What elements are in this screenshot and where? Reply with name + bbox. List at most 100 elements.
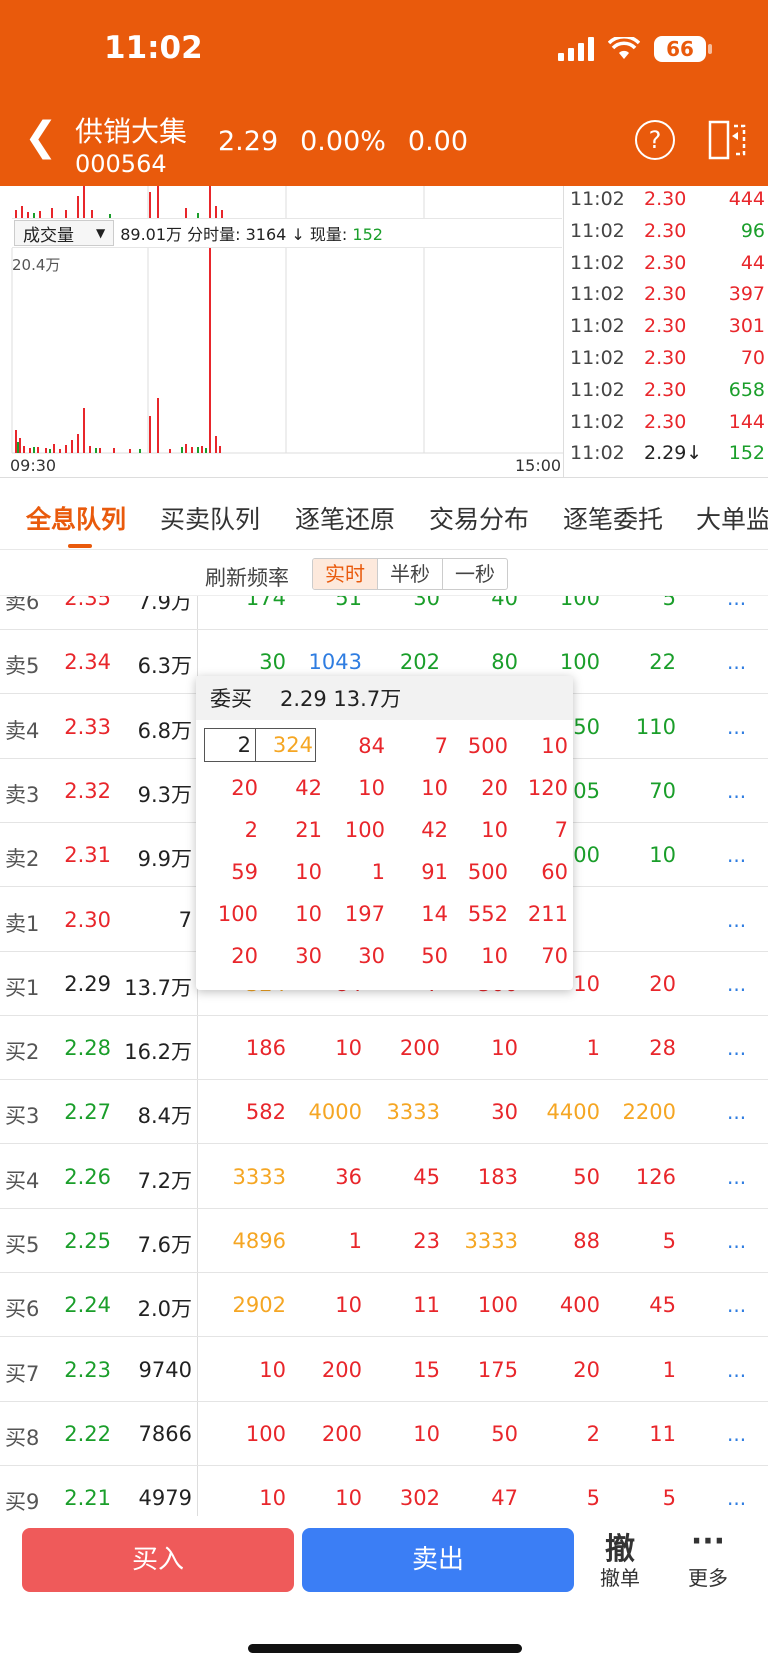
queue-more-button[interactable]: ... [727,779,746,803]
queue-order: 11 [413,1293,440,1318]
indicator-select[interactable]: 成交量 ▼ [14,220,115,246]
book-row[interactable]: 买3 2.27 8.4万 582 4000 3333 30 4400 2200... [0,1080,768,1145]
book-row[interactable]: 卖6 2.35 7.9万 174 51 30 40 100 5... [0,596,768,630]
status-icons: 66 [558,36,712,62]
level-price: 2.30 [64,907,111,932]
level-volume: 7 [178,907,192,932]
level-label: 卖2 [5,847,40,872]
queue-more-button[interactable]: ... [727,1293,746,1317]
queue-order: 10 [649,843,676,868]
level-volume: 9.3万 [137,782,192,807]
tick-time: 11:02 [570,188,625,210]
popup-order-qty: 42 [295,776,322,800]
tab-full-queue[interactable]: 全息队列 [26,500,126,536]
stock-header: ❮ 供销大集 000564 2.29 0.00% 0.00 ? [0,100,768,186]
queue-order: 100 [245,1421,286,1446]
book-row[interactable]: 买2 2.28 16.2万 186 10 200 10 1 28... [0,1016,768,1081]
popup-order-qty: 50 [421,944,448,968]
refresh-one-second[interactable]: 一秒 [442,559,507,589]
level-label: 买8 [5,1425,40,1450]
cancel-order-button[interactable]: 撤 撤单 [585,1524,655,1591]
queue-more-button[interactable]: ... [727,1036,746,1060]
level-price: 2.35 [64,596,111,610]
indicator-select-value: 成交量 [23,225,74,246]
level-label: 卖5 [5,654,40,679]
queue-order: 1 [586,1036,600,1061]
tab-trade-distribution[interactable]: 交易分布 [429,500,529,536]
bid-queue-popup[interactable]: 委买 2.29 13.7万 2 324 84 7 500 10 20 42 10 10 20 120 2… [196,676,573,990]
help-icon[interactable]: ? [635,120,675,160]
tick-list[interactable]: 11:02 2.30 444 11:02 2.30 96 11:02 2.30 44 11:02 2… [563,186,768,478]
book-row[interactable]: 买5 2.25 7.6万 4896 1 23 3333 88 5... [0,1209,768,1273]
queue-order: 4896 [232,1229,286,1253]
level-price: 2.29 [64,971,111,996]
refresh-half-second[interactable]: 半秒 [377,559,442,589]
queue-more-button[interactable]: ... [727,715,746,739]
queue-more-button[interactable]: ... [727,1100,746,1124]
book-row[interactable]: 买9 2.21 4979 10 10 302 47 5 5... [0,1466,768,1516]
queue-order: 30 [413,596,440,610]
queue-order: 2 [586,1421,600,1446]
level-label: 买4 [5,1168,40,1193]
level-volume: 9.9万 [137,847,192,872]
tick-volume: 70 [740,347,765,369]
cancel-label: 撤单 [600,1566,640,1590]
level-volume: 7.6万 [137,1233,192,1257]
book-row[interactable]: 买6 2.24 2.0万 2902 10 11 100 400 45... [0,1273,768,1338]
tick-time: 11:02 [570,347,625,369]
book-row[interactable]: 买8 2.22 7866 100 200 10 50 2 11... [0,1402,768,1466]
tab-large-orders[interactable]: 大单监 [696,500,768,536]
wifi-icon [608,37,640,59]
level-price: 2.21 [64,1486,111,1511]
volume-info: 89.01万 分时量: 3164 ↓ 现量: 152 [120,221,383,245]
queue-more-button[interactable]: ... [727,1358,746,1382]
tick-price: 2.30 [644,283,687,306]
buy-button[interactable]: 买入 [22,1528,294,1592]
queue-more-button[interactable]: ... [727,1422,746,1446]
sell-button[interactable]: 卖出 [302,1528,574,1592]
volume-bars-top [15,186,425,218]
tab-tick-orders[interactable]: 逐笔委托 [563,500,663,536]
tick-row: 11:02 2.30 44 [570,252,765,283]
tick-price: 2.30 [644,251,687,274]
queue-more-button[interactable]: ... [727,596,746,610]
tab-bid-ask-queue[interactable]: 买卖队列 [160,500,260,536]
tick-time: 11:02 [570,442,625,465]
popup-order-qty: 500 [467,860,508,884]
queue-more-button[interactable]: ... [727,1486,746,1510]
tick-row: 11:02 2.30 144 [570,411,765,442]
tab-tick-restore[interactable]: 逐笔还原 [295,500,395,536]
level-label: 买3 [5,1104,40,1129]
queue-order: 70 [649,778,676,803]
queue-order: 10 [259,1357,286,1382]
tick-time: 11:02 [570,251,625,274]
book-row[interactable]: 买4 2.26 7.2万 3333 36 45 183 50 126... [0,1145,768,1209]
popup-summary: 2.29 13.7万 [280,687,402,711]
level-label: 买6 [5,1297,40,1322]
queue-more-button[interactable]: ... [727,843,746,867]
tick-volume: 144 [728,410,765,433]
level-price: 2.22 [64,1421,111,1446]
popup-order-qty: 60 [541,860,568,884]
queue-more-button[interactable]: ... [727,650,746,674]
book-row[interactable]: 买7 2.23 9740 10 200 15 175 20 1... [0,1338,768,1402]
level-label: 买7 [5,1361,40,1386]
queue-order: 15 [413,1357,440,1382]
level-price: 2.34 [64,650,111,675]
tick-volume: 301 [728,315,765,338]
tick-price: 2.30 [644,410,687,433]
level-volume: 4979 [138,1486,192,1511]
refresh-realtime[interactable]: 实时 [313,559,377,589]
volume-chart[interactable]: 成交量 ▼ 89.01万 分时量: 3164 ↓ 现量: 152 20.4万 0… [0,186,563,478]
queue-order: 186 [245,1036,286,1061]
layout-switch-icon[interactable] [708,120,748,160]
queue-more-button[interactable]: ... [727,1229,746,1253]
level-price: 2.33 [64,714,111,739]
queue-more-button[interactable]: ... [727,1165,746,1189]
queue-more-button[interactable]: ... [727,908,746,932]
queue-order: 1 [662,1357,676,1382]
tick-time: 11:02 [570,219,625,242]
queue-more-button[interactable]: ... [727,972,746,996]
back-icon[interactable]: ❮ [24,114,58,160]
more-button[interactable]: ··· 更多 [673,1524,743,1591]
